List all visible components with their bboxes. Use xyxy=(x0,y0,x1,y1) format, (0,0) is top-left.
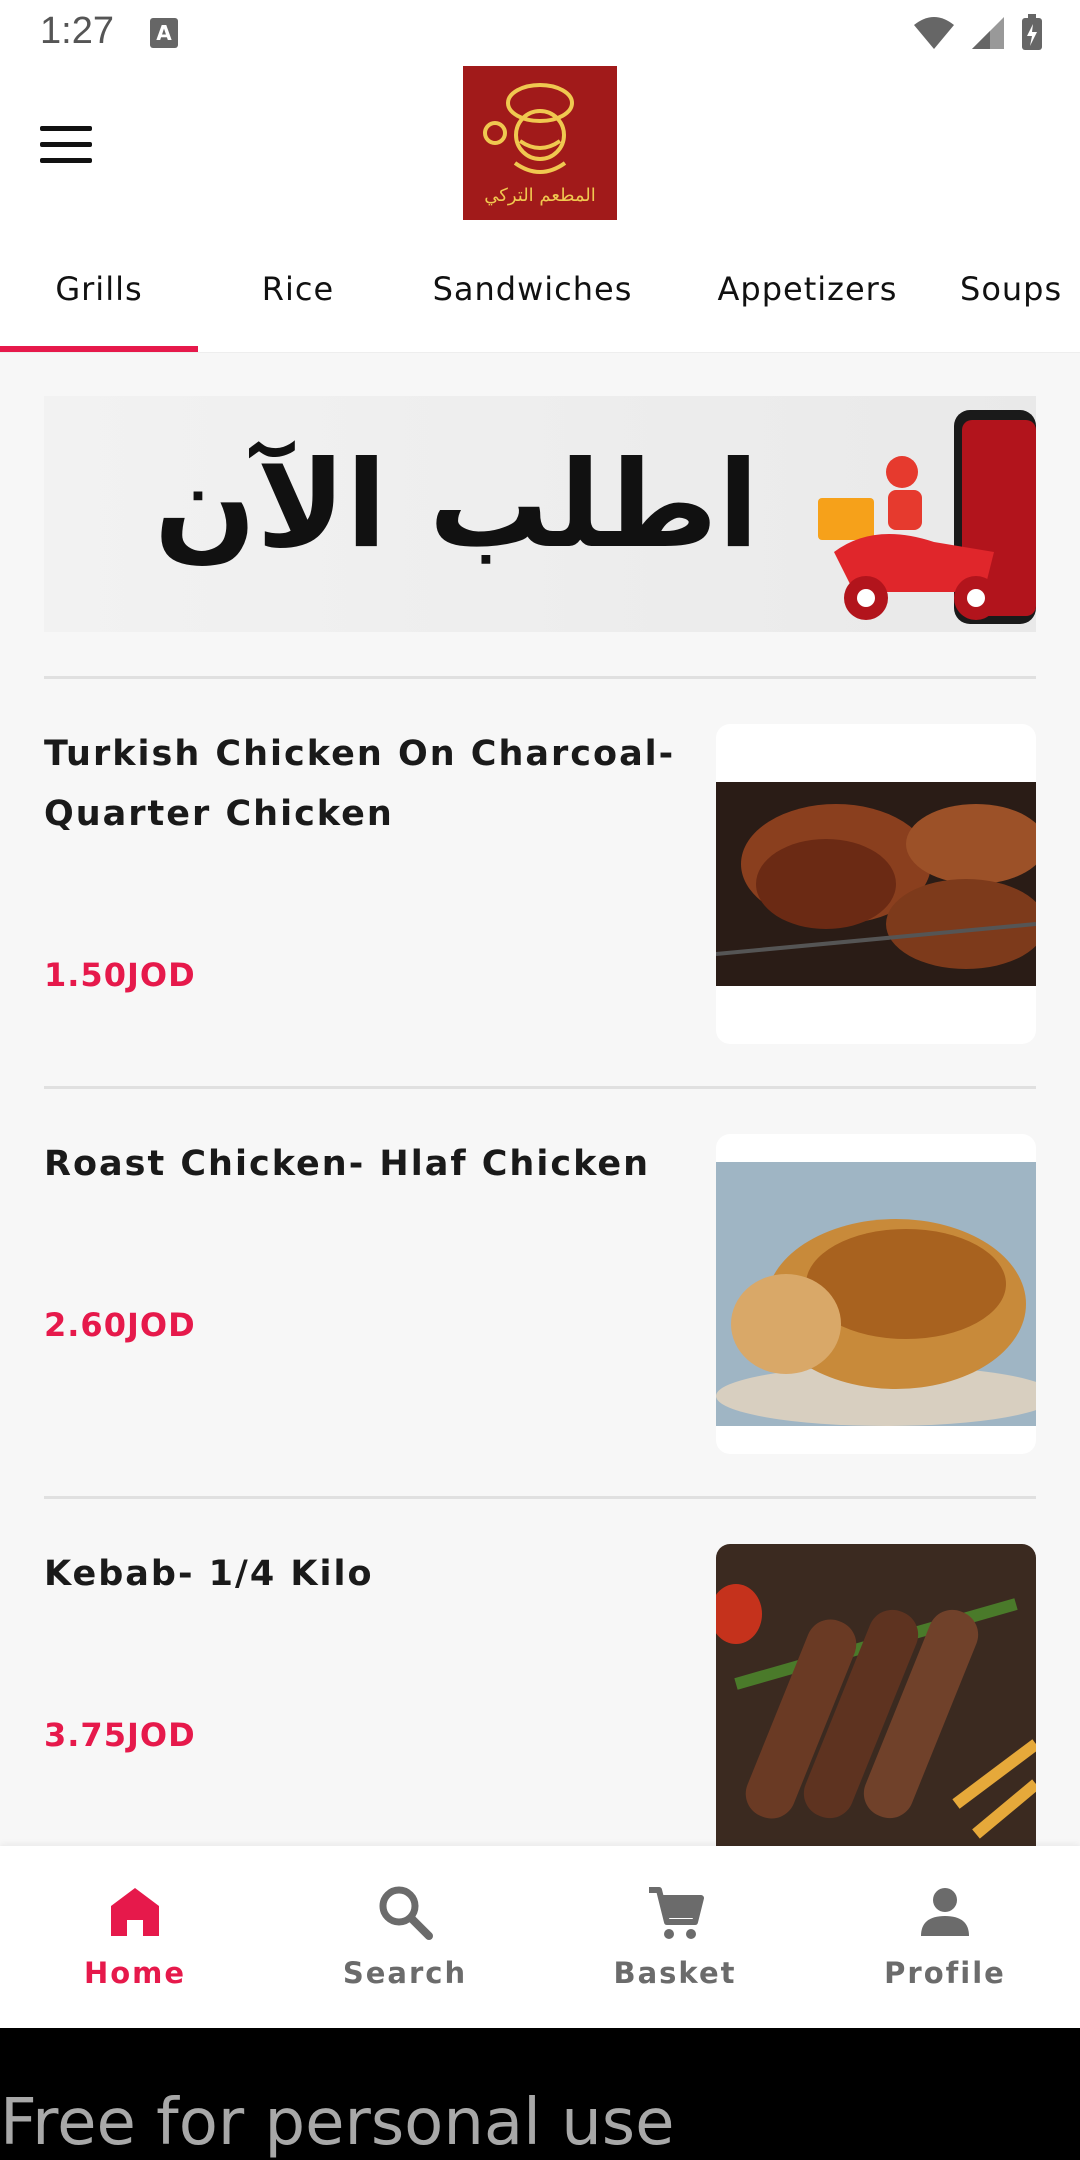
nav-home-label: Home xyxy=(83,1956,187,1990)
tab-soups[interactable]: Soups xyxy=(960,270,1080,352)
home-icon xyxy=(111,1888,159,1936)
menu-item[interactable]: Kebab- 1/4 Kilo 3.75JOD xyxy=(44,1544,1036,1846)
nav-profile-label: Profile xyxy=(884,1956,1006,1990)
delivery-scooter-icon xyxy=(818,410,1036,624)
status-bar: 1:27 A xyxy=(0,0,1080,66)
person-icon xyxy=(921,1888,969,1936)
nav-search-label: Search xyxy=(342,1956,468,1990)
wifi-icon xyxy=(914,17,954,49)
item-price: 3.75JOD xyxy=(44,1716,196,1754)
promo-banner[interactable]: اطلب الآن xyxy=(44,396,1036,632)
item-title: Turkish Chicken On Charcoal- Quarter Chi… xyxy=(44,734,676,834)
logo-text: المطعم التركي xyxy=(484,185,595,206)
tab-grills[interactable]: Grills xyxy=(0,270,198,352)
tab-rice[interactable]: Rice xyxy=(218,270,378,352)
signal-icon xyxy=(972,17,1004,49)
banner-text: اطلب الآن xyxy=(154,436,759,575)
app-header: المطعم التركي xyxy=(0,66,1080,246)
item-image[interactable] xyxy=(716,1544,1036,1846)
tab-sandwiches[interactable]: Sandwiches xyxy=(410,270,655,352)
kebab-image xyxy=(716,1544,1036,1846)
status-icons xyxy=(912,14,1044,52)
item-image[interactable] xyxy=(716,1134,1036,1454)
nav-basket-label: Basket xyxy=(613,1956,737,1990)
menu-item[interactable]: Turkish Chicken On Charcoal- Quarter Chi… xyxy=(44,724,1036,1044)
item-price: 2.60JOD xyxy=(44,1306,196,1344)
item-image[interactable] xyxy=(716,724,1036,1044)
category-tabs: Grills Rice Sandwiches Appetizers Soups xyxy=(0,246,1080,353)
search-icon xyxy=(379,1886,433,1940)
divider xyxy=(44,676,1036,679)
nav-profile[interactable]: Profile xyxy=(810,1846,1080,2028)
chef-logo-icon: المطعم التركي xyxy=(483,83,596,206)
cart-icon xyxy=(649,1887,704,1939)
divider xyxy=(44,1086,1036,1089)
bottom-navigation: Home Search Basket Profile xyxy=(0,1846,1080,2028)
item-price: 1.50JOD xyxy=(44,956,196,994)
item-title: Kebab- 1/4 Kilo xyxy=(44,1554,374,1594)
roast-chicken-image xyxy=(716,1162,1036,1426)
restaurant-logo: المطعم التركي xyxy=(463,66,617,220)
menu-item[interactable]: Roast Chicken- Hlaf Chicken 2.60JOD xyxy=(44,1134,1036,1454)
nav-search[interactable]: Search xyxy=(270,1846,540,2028)
tab-appetizers[interactable]: Appetizers xyxy=(690,270,925,352)
grilled-chicken-image xyxy=(716,782,1036,986)
watermark-bar: Free for personal use xyxy=(0,2028,1080,2160)
status-time: 1:27 xyxy=(40,10,114,52)
notification-a-icon: A xyxy=(150,18,178,48)
item-title: Roast Chicken- Hlaf Chicken xyxy=(44,1144,651,1184)
battery-icon xyxy=(1022,14,1042,50)
menu-icon[interactable] xyxy=(40,126,92,166)
nav-home[interactable]: Home xyxy=(0,1846,270,2028)
nav-basket[interactable]: Basket xyxy=(540,1846,810,2028)
divider xyxy=(44,1496,1036,1499)
watermark-text: Free for personal use xyxy=(0,2086,675,2160)
